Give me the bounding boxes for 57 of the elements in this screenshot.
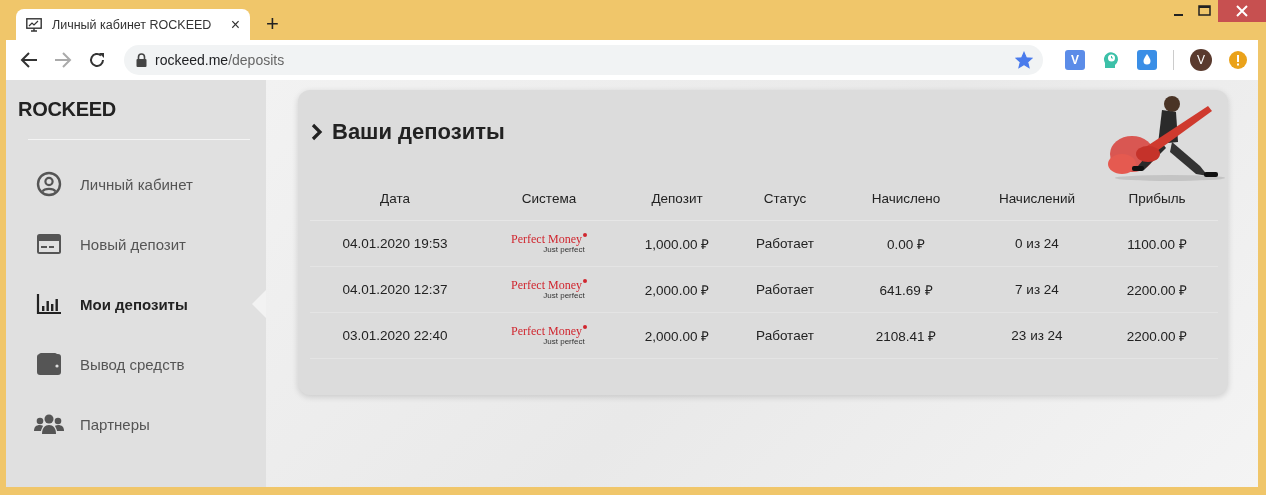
user-icon bbox=[36, 171, 62, 197]
table-cell: 2,000.00 ₽ bbox=[618, 267, 736, 313]
table-cell: 2200.00 ₽ bbox=[1096, 313, 1218, 359]
sidebar-item[interactable]: Новый депозит bbox=[18, 214, 250, 274]
sidebar-item[interactable]: Мои депозиты bbox=[18, 274, 250, 334]
browser-tab[interactable]: Личный кабинет ROCKEED × bbox=[16, 9, 250, 40]
star-icon[interactable] bbox=[1015, 51, 1033, 69]
table-cell: 04.01.2020 19:53 bbox=[310, 221, 480, 267]
new-tab-button[interactable]: + bbox=[266, 11, 279, 37]
table-cell: 0.00 ₽ bbox=[834, 221, 978, 267]
payment-system-logo: Perfect Money Just perfect bbox=[511, 279, 587, 300]
table-cell: 0 из 24 bbox=[978, 221, 1096, 267]
table-cell: 2108.41 ₽ bbox=[834, 313, 978, 359]
column-header: Система bbox=[480, 176, 618, 221]
sidebar-item[interactable]: Вывод средств bbox=[18, 334, 250, 394]
url-text: rockeed.me/deposits bbox=[155, 52, 286, 68]
address-bar[interactable]: rockeed.me/deposits bbox=[124, 45, 1043, 75]
forward-icon bbox=[54, 52, 72, 68]
tab-close-button[interactable]: × bbox=[230, 15, 240, 34]
column-header: Начислений bbox=[978, 176, 1096, 221]
payment-system-logo: Perfect Money Just perfect bbox=[511, 233, 587, 254]
reload-icon bbox=[88, 51, 106, 69]
table-cell: 641.69 ₽ bbox=[834, 267, 978, 313]
column-header: Депозит bbox=[618, 176, 736, 221]
table-cell: Работает bbox=[736, 221, 834, 267]
table-cell: 2200.00 ₽ bbox=[1096, 267, 1218, 313]
credit-card-icon bbox=[36, 233, 62, 255]
monitor-icon bbox=[26, 17, 42, 32]
alert-icon[interactable] bbox=[1228, 50, 1248, 70]
close-icon[interactable] bbox=[1218, 0, 1266, 22]
table-cell: 1100.00 ₽ bbox=[1096, 221, 1218, 267]
drop-icon[interactable] bbox=[1137, 50, 1157, 70]
payment-system-logo: Perfect Money Just perfect bbox=[511, 325, 587, 346]
column-header: Дата bbox=[310, 176, 480, 221]
table-cell: 2,000.00 ₽ bbox=[618, 313, 736, 359]
column-header: Начислено bbox=[834, 176, 978, 221]
tab-title: Личный кабинет ROCKEED bbox=[52, 17, 213, 32]
lock-icon bbox=[136, 53, 147, 67]
table-cell: 03.01.2020 22:40 bbox=[310, 313, 480, 359]
wallet-icon bbox=[36, 352, 62, 376]
card-title: Ваши депозиты bbox=[332, 119, 505, 145]
chevron-icon bbox=[310, 122, 324, 142]
head-clock-icon[interactable] bbox=[1101, 50, 1121, 70]
table-cell: 1,000.00 ₽ bbox=[618, 221, 736, 267]
brand-logo: ROCKEED bbox=[18, 98, 117, 121]
table-cell: 04.01.2020 12:37 bbox=[310, 267, 480, 313]
sidebar-item[interactable]: Партнеры bbox=[18, 394, 250, 454]
people-icon bbox=[34, 413, 64, 435]
profile-avatar[interactable]: V bbox=[1190, 49, 1212, 71]
table-cell: Работает bbox=[736, 267, 834, 313]
table-cell: 7 из 24 bbox=[978, 267, 1096, 313]
table-cell: 23 из 24 bbox=[978, 313, 1096, 359]
column-header: Статус bbox=[736, 176, 834, 221]
back-icon bbox=[20, 52, 38, 68]
table-cell: Работает bbox=[736, 313, 834, 359]
sidebar-item[interactable]: Личный кабинет bbox=[18, 154, 250, 214]
bar-chart-icon bbox=[36, 293, 62, 315]
